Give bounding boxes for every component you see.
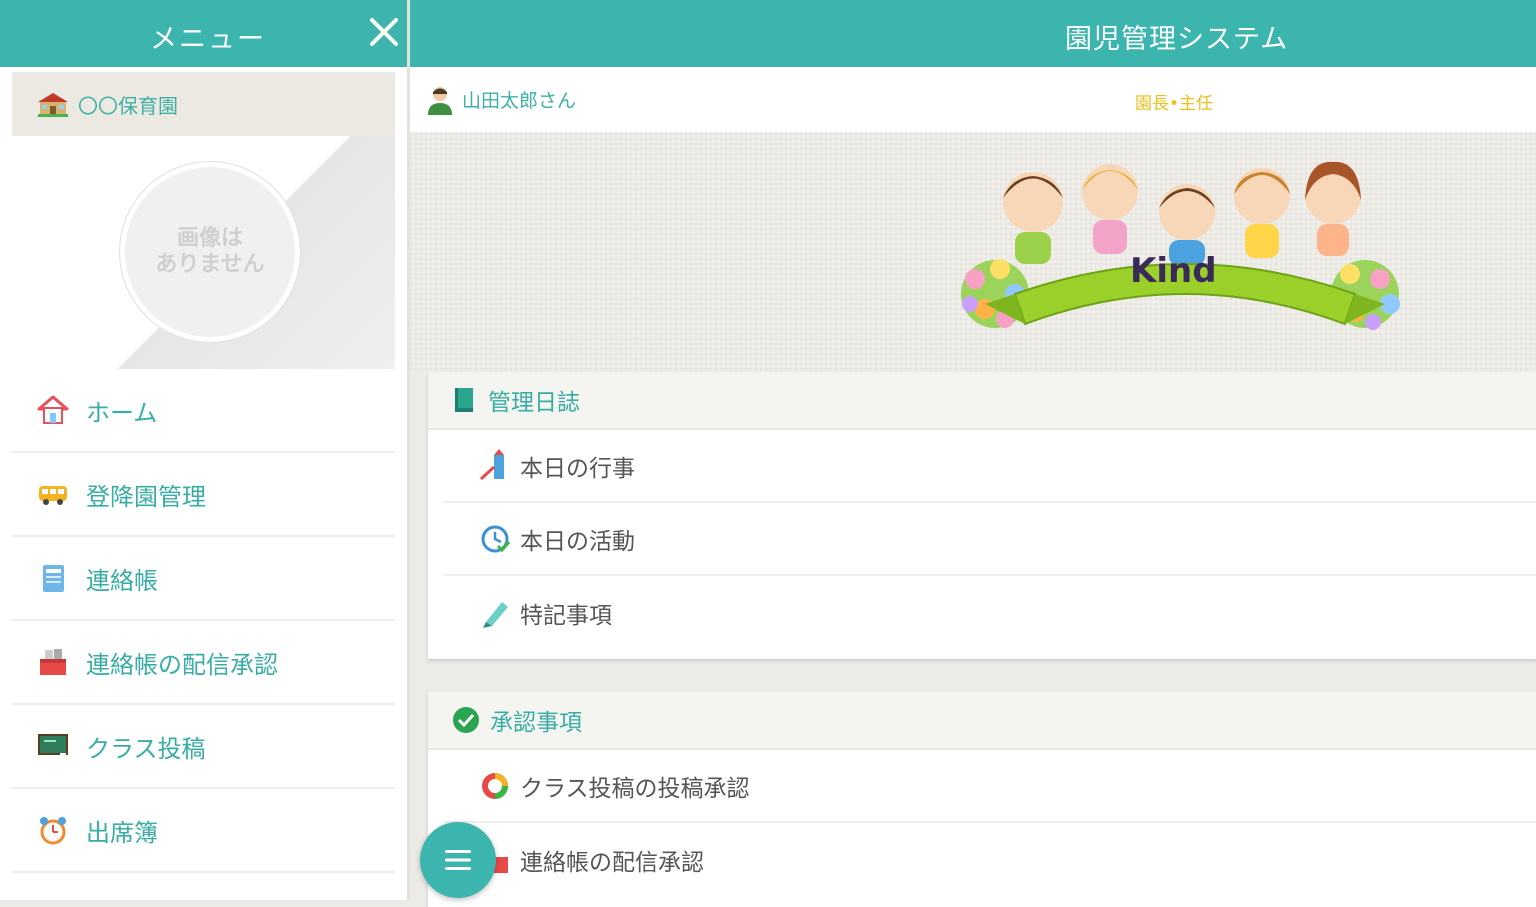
list-item-class-post-approval[interactable]: クラス投稿の投稿承認	[444, 750, 1536, 823]
list-item-label: 本日の行事	[520, 455, 635, 482]
approval-circle-icon	[482, 772, 508, 799]
school-name: 〇〇保育園	[78, 93, 178, 118]
sidebar-item-label: 登降園管理	[86, 482, 206, 511]
sidebar-item-label: 連絡帳	[86, 566, 158, 595]
sidebar-item-attendance-management[interactable]: 登降園管理	[12, 453, 395, 537]
sidebar-item-label: クラス投稿	[86, 734, 206, 763]
list-item-label: クラス投稿の投稿承認	[520, 775, 750, 802]
marker-pen-icon	[483, 601, 508, 628]
sidebar-header: メニュー	[0, 0, 407, 67]
sidebar-menu: メニュー 〇〇保育園 画像は ありません ホーム 登降園管理 連絡帳 連絡帳の配…	[0, 0, 410, 900]
notebook-icon	[43, 565, 64, 592]
card-title: 承認事項	[490, 710, 582, 736]
list-item-special-notes[interactable]: 特記事項	[444, 576, 1536, 649]
alarm-clock-icon	[40, 817, 66, 845]
user-role: 園長•主任	[1135, 94, 1214, 114]
sidebar-item-contact-book[interactable]: 連絡帳	[12, 537, 395, 621]
sidebar-item-class-post[interactable]: クラス投稿	[12, 705, 395, 789]
approval-items-card: 承認事項 クラス投稿の投稿承認 連絡帳の配信承認	[428, 692, 1536, 907]
blackboard-icon	[38, 734, 68, 756]
card-header: 管理日誌	[428, 372, 1536, 430]
school-building-icon	[38, 93, 68, 117]
app-header: 園児管理システム	[410, 0, 1536, 67]
user-info-bar: 山田太郎さん 園長•主任	[410, 67, 1536, 132]
profile-photo-area: 画像は ありません	[12, 136, 395, 369]
list-item-todays-events[interactable]: 本日の行事	[444, 430, 1536, 503]
banner-logo-text: Kind	[1130, 251, 1217, 291]
sidebar-menu-list: ホーム 登降園管理 連絡帳 連絡帳の配信承認 クラス投稿 出席簿	[12, 369, 395, 873]
sidebar-item-label: 出席簿	[86, 818, 158, 847]
sidebar-item-label: 連絡帳の配信承認	[86, 650, 278, 679]
check-circle-icon	[453, 707, 479, 733]
no-image-placeholder[interactable]: 画像は ありません	[120, 162, 300, 342]
list-item-contact-book-approval[interactable]: 連絡帳の配信承認	[444, 823, 1536, 896]
hamburger-menu-icon	[445, 850, 471, 870]
list-item-label: 連絡帳の配信承認	[520, 849, 704, 876]
house-icon	[37, 395, 69, 424]
no-image-text-line1: 画像は	[176, 226, 243, 251]
floating-menu-button[interactable]	[420, 822, 496, 898]
bus-icon	[39, 486, 67, 505]
mailbox-icon	[40, 649, 66, 675]
sidebar-item-contact-book-approval[interactable]: 連絡帳の配信承認	[12, 621, 395, 705]
kind-logo-illustration: Kind	[961, 161, 1400, 330]
management-diary-card: 管理日誌 本日の行事 本日の活動 特記事項	[428, 372, 1536, 659]
banner: Kind	[410, 132, 1536, 370]
user-name: 山田太郎さん	[462, 90, 577, 112]
sidebar-item-attendance-book[interactable]: 出席簿	[12, 789, 395, 873]
list-item-label: 特記事項	[520, 602, 612, 629]
clock-check-icon	[481, 525, 511, 552]
user-avatar-icon	[428, 86, 452, 115]
book-icon	[455, 388, 473, 412]
card-header: 承認事項	[428, 692, 1536, 750]
close-icon[interactable]	[366, 14, 402, 50]
list-item-label: 本日の活動	[520, 528, 635, 555]
card-title: 管理日誌	[488, 390, 580, 416]
main-content: 園児管理システム 山田太郎さん 園長•主任 Kind 管理日誌 本日の行事 本日…	[410, 0, 1536, 907]
school-name-bar: 〇〇保育園	[12, 72, 395, 136]
no-image-text-line2: ありません	[155, 252, 265, 277]
list-item-todays-activities[interactable]: 本日の活動	[444, 503, 1536, 576]
sidebar-title: メニュー	[150, 24, 266, 55]
sidebar-item-label: ホーム	[86, 398, 158, 427]
sidebar-item-home[interactable]: ホーム	[12, 369, 395, 453]
app-title: 園児管理システム	[1065, 24, 1289, 55]
event-tower-icon	[479, 448, 504, 480]
